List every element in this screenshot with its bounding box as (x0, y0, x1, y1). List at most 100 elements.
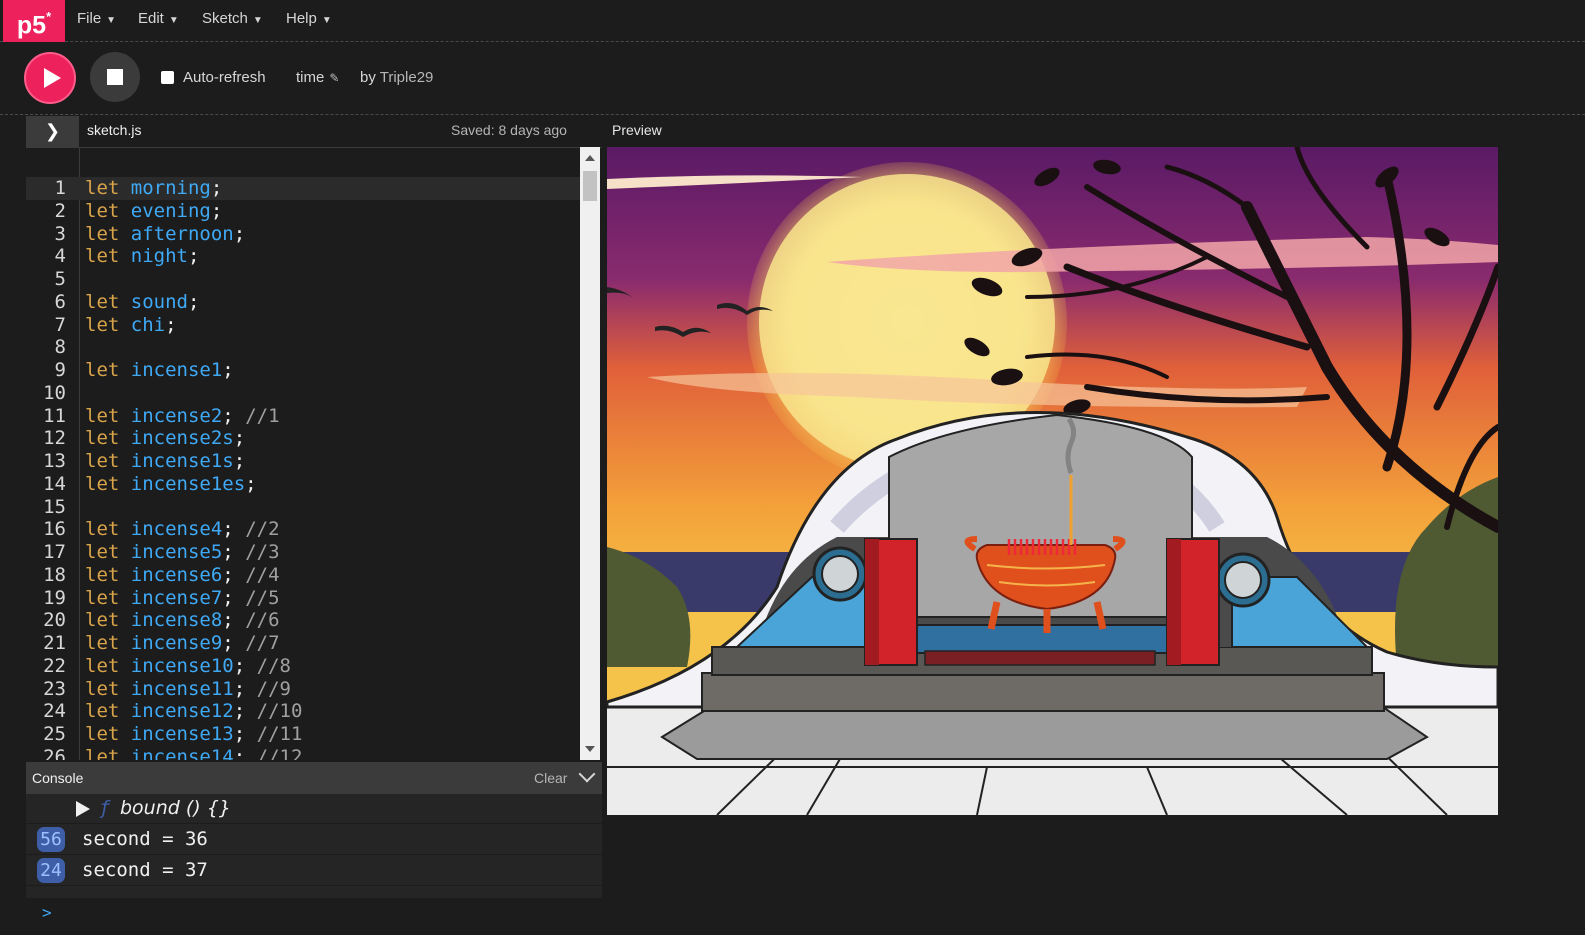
repeat-count-badge: 56 (37, 827, 65, 852)
menu-edit[interactable]: Edit ▼ (138, 0, 179, 38)
code-token-rest: ; (233, 654, 257, 677)
code-token-kw: let (85, 199, 120, 222)
code-line[interactable]: 24 let incense12; //10 (26, 700, 580, 723)
code-line[interactable]: 6 let sound; (26, 291, 580, 314)
auto-refresh-toggle[interactable]: Auto-refresh (161, 69, 266, 86)
sidebar-expand-button[interactable]: ❯ (26, 116, 79, 147)
code-token-id: incense1s (130, 450, 234, 472)
code-token-kw: let (85, 700, 120, 723)
code-token-rest: ; (222, 404, 246, 427)
code-token-id: evening (130, 199, 211, 222)
code-token-id: incense8 (130, 609, 223, 632)
code-line[interactable]: 23 let incense11; //9 (26, 678, 580, 701)
code-editor[interactable]: 1 let morning; 2 let evening; 3 let afternoon… (26, 147, 602, 760)
code-line[interactable]: 13 let incense1s; (26, 450, 580, 473)
code-line[interactable]: 9 let incense1; (26, 359, 580, 382)
line-number: 2 (54, 199, 66, 222)
code-token-kw: let (85, 586, 120, 609)
code-line[interactable]: 1 let morning; (26, 177, 580, 200)
code-token-id: incense13 (130, 723, 234, 745)
p5-logo[interactable]: p5* (3, 0, 65, 42)
menu-file[interactable]: File ▼ (77, 0, 116, 38)
code-line[interactable]: 16 let incense4; //2 (26, 518, 580, 541)
code-line[interactable]: 20 let incense8; //6 (26, 609, 580, 632)
editor-scrollbar[interactable] (580, 147, 600, 760)
code-token-rest: ; (187, 245, 200, 268)
code-text: let incense12; //10 (85, 700, 302, 723)
auto-refresh-label: Auto-refresh (183, 69, 266, 86)
line-number: 11 (43, 404, 66, 427)
code-line[interactable]: 19 let incense7; //5 (26, 587, 580, 610)
code-line[interactable]: 18 let incense6; //4 (26, 564, 580, 587)
menu-label: Edit (138, 10, 164, 27)
code-line[interactable]: 21 let incense9; //7 (26, 632, 580, 655)
stop-button[interactable] (90, 52, 140, 102)
expand-triangle-icon[interactable] (76, 801, 90, 817)
code-token-rest: ; (210, 199, 223, 222)
code-text: let afternoon; (85, 223, 245, 246)
code-token-kw: let (85, 404, 120, 427)
code-token-comment: //3 (245, 541, 280, 563)
caret-down-icon: ▼ (321, 15, 332, 26)
code-line[interactable]: 22 let incense10; //8 (26, 655, 580, 678)
scroll-thumb[interactable] (583, 171, 597, 201)
code-line[interactable]: 8 (26, 336, 580, 359)
code-line[interactable]: 12 let incense2s; (26, 427, 580, 450)
repeat-count-badge: 24 (37, 858, 65, 883)
code-token-id: night (130, 245, 188, 268)
console-prompt-icon: > (42, 903, 52, 922)
code-token-kw: let (85, 723, 120, 745)
stop-icon (107, 69, 123, 85)
code-token-id: incense4 (130, 518, 223, 541)
code-line[interactable]: 26 let incense14; //12 (26, 746, 580, 760)
caret-down-icon: ▼ (252, 15, 263, 26)
scroll-up-arrow-icon[interactable] (585, 155, 595, 161)
code-token-kw: let (85, 518, 120, 541)
code-line[interactable]: 11 let incense2; //1 (26, 405, 580, 428)
console-row-function[interactable]: ƒ bound () {} (26, 794, 602, 824)
play-button[interactable] (24, 52, 76, 104)
code-token-id: incense9 (130, 632, 223, 654)
code-token-id: incense1es (130, 472, 246, 495)
code-line[interactable]: 7 let chi; (26, 314, 580, 337)
code-line[interactable]: 14 let incense1es; (26, 473, 580, 496)
sketch-preview-canvas[interactable] (607, 147, 1498, 815)
code-token-comment: //6 (245, 609, 280, 632)
code-token-kw: let (85, 450, 120, 472)
pencil-icon[interactable]: ✎ (329, 71, 339, 85)
line-number: 6 (54, 290, 66, 313)
code-line[interactable]: 3 let afternoon; (26, 223, 580, 246)
code-line[interactable]: 10 (26, 382, 580, 405)
code-line[interactable]: 5 (26, 268, 580, 291)
sketch-name[interactable]: time ✎ (296, 69, 339, 86)
line-number: 26 (43, 745, 66, 760)
code-line[interactable]: 2 let evening; (26, 200, 580, 223)
code-token-rest: ; (233, 723, 257, 745)
line-number: 3 (54, 222, 66, 245)
sketch-author: by Triple29 (360, 69, 433, 86)
author-link[interactable]: Triple29 (380, 69, 434, 86)
saved-status: Saved: 8 days ago (451, 122, 567, 138)
auto-refresh-checkbox[interactable] (161, 71, 174, 84)
console-clear-button[interactable]: Clear (534, 770, 567, 786)
chevron-down-icon[interactable] (578, 765, 596, 783)
console-input[interactable]: > (26, 898, 602, 935)
preview-label: Preview (612, 122, 662, 138)
code-token-rest: ; (222, 609, 246, 632)
line-number: 24 (43, 700, 66, 723)
scroll-down-arrow-icon[interactable] (585, 746, 595, 752)
caret-down-icon: ▼ (168, 15, 179, 26)
code-line[interactable]: 25 let incense13; //11 (26, 723, 580, 746)
code-line[interactable]: 4 let night; (26, 245, 580, 268)
menu-sketch[interactable]: Sketch ▼ (202, 0, 263, 38)
code-token-id: incense2 (130, 404, 223, 427)
menu-help[interactable]: Help ▼ (286, 0, 332, 38)
code-line[interactable]: 17 let incense5; //3 (26, 541, 580, 564)
code-line[interactable]: 15 (26, 496, 580, 519)
